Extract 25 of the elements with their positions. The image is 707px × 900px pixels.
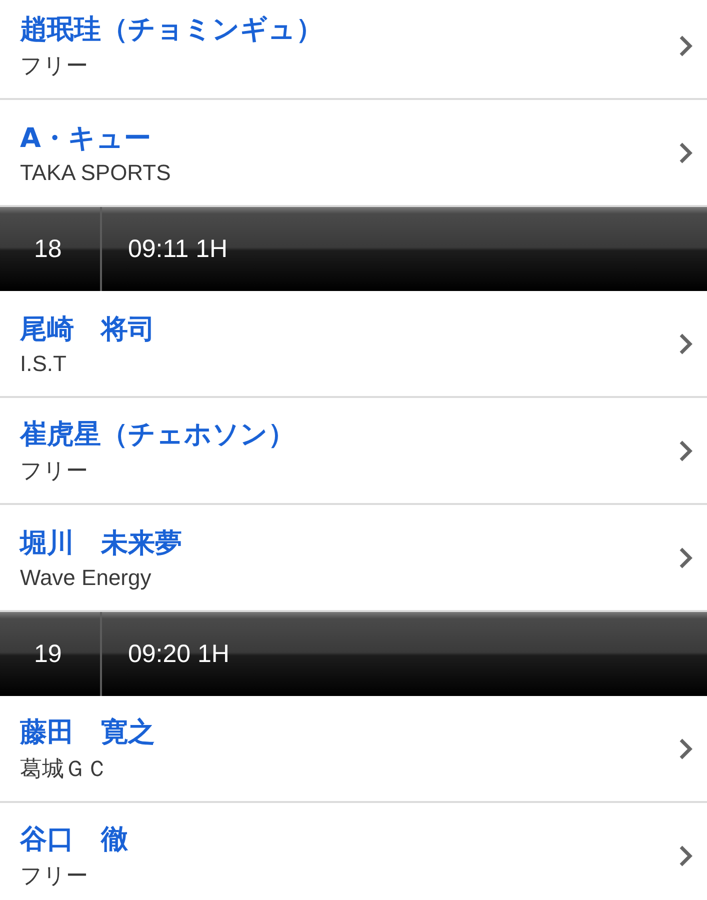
player-name: 趙珉珪（チョミンギュ） (20, 12, 323, 46)
player-affiliation: フリー (20, 52, 89, 80)
chevron-right-icon (679, 440, 693, 462)
player-name: 谷口 徹 (20, 822, 128, 856)
player-affiliation: I.S.T (20, 350, 68, 376)
group-number: 19 (33, 640, 63, 668)
player-affiliation: フリー (20, 456, 89, 484)
player-affiliation: TAKA SPORTS (20, 160, 171, 186)
player-name: 堀川 未来夢 (20, 526, 182, 560)
player-affiliation: フリー (20, 862, 89, 890)
tee-time: 09:20 1H (127, 640, 230, 668)
chevron-right-icon (679, 142, 693, 164)
group-number: 18 (33, 234, 63, 264)
player-name: 崔虎星（チェホソン） (20, 418, 295, 452)
chevron-right-icon (679, 34, 693, 56)
player-name: A・キュー (20, 122, 152, 156)
tee-time: 09:11 1H (127, 234, 228, 264)
chevron-right-icon (679, 546, 693, 568)
player-name: 尾崎 将司 (20, 312, 155, 346)
chevron-right-icon (679, 332, 693, 354)
chevron-right-icon (679, 738, 693, 760)
player-affiliation: 葛城ＧＣ (20, 754, 109, 782)
player-affiliation: Wave Energy (20, 564, 152, 590)
player-name: 藤田 寛之 (20, 716, 155, 750)
chevron-right-icon (679, 844, 693, 866)
